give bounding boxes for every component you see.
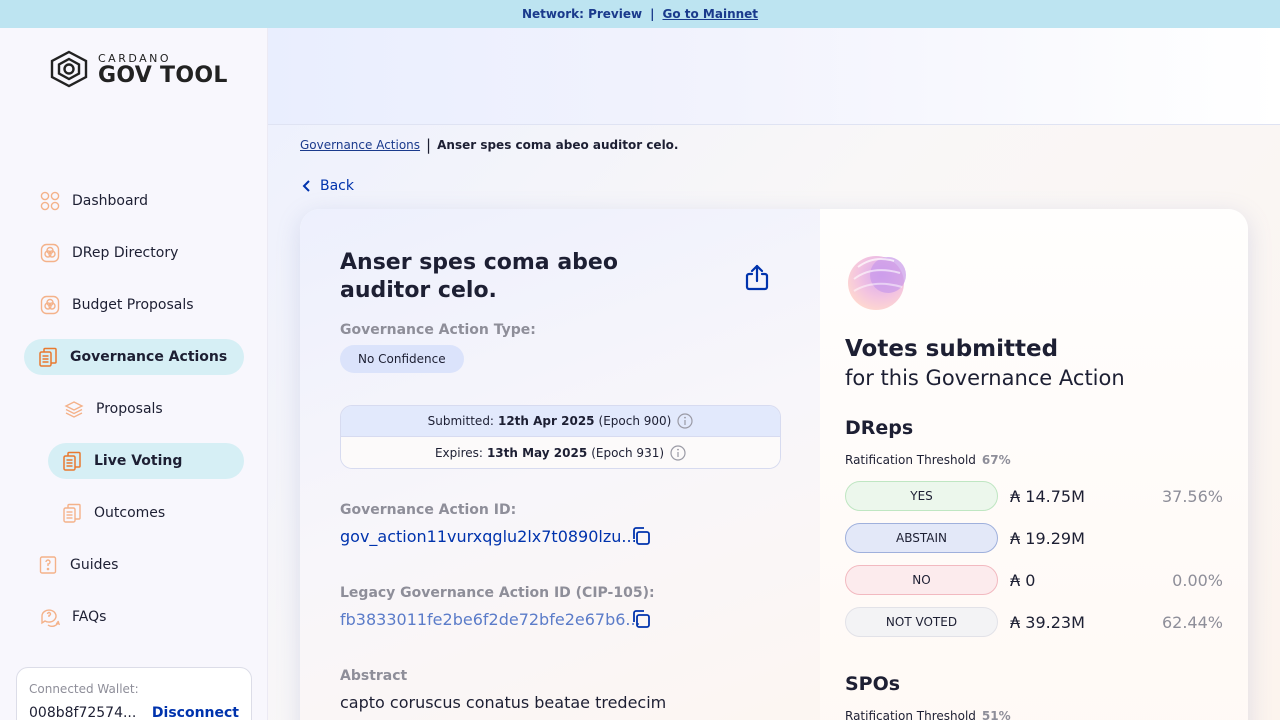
network-separator: | [650, 7, 655, 21]
vote-pill-not-voted: NOT VOTED [845, 607, 998, 637]
connected-wallet-panel: Connected Wallet: 008b8f72574... Disconn… [16, 667, 252, 720]
vote-pill-no: NO [845, 565, 998, 595]
vote-amount: ₳ 39.23M [1010, 612, 1085, 632]
vote-pill-abstain: ABSTAIN [845, 523, 998, 553]
vote-pill-yes: YES [845, 481, 998, 511]
breadcrumb-separator: | [426, 136, 432, 154]
expires-epoch: (Epoch 931) [591, 446, 665, 460]
network-label: Network: Preview [521, 7, 643, 21]
cardano-logo-icon [50, 50, 88, 88]
sidebar-item-label: Budget Proposals [72, 297, 194, 313]
spos-threshold: Ratification Threshold 51% [845, 709, 1011, 720]
sidebar-item-label: Outcomes [94, 505, 166, 521]
proposals-icon [64, 399, 84, 419]
abstract-label: Abstract [340, 668, 408, 684]
dashboard-icon [40, 191, 60, 211]
threshold-value: 67% [981, 453, 1011, 467]
sidebar-item-governance-actions[interactable]: Governance Actions [24, 339, 244, 375]
legacy-id-value[interactable]: fb3833011fe2be6f2de72bfe2e67b6... [340, 610, 641, 629]
spos-heading: SPOs [845, 673, 901, 695]
threshold-value: 51% [981, 709, 1011, 720]
chevron-left-icon [302, 180, 310, 192]
vote-percent: 0.00% [1172, 570, 1223, 590]
vote-amount: ₳ 0 [1010, 570, 1036, 590]
sidebar-item-label: Live Voting [94, 453, 183, 469]
sidebar-item-label: Governance Actions [70, 349, 228, 365]
abstract-text: capto coruscus conatus beatae tredecim [340, 693, 667, 712]
sidebar-item-budget-proposals[interactable]: Budget Proposals [24, 287, 244, 323]
back-label: Back [320, 178, 354, 194]
threshold-label: Ratification Threshold [845, 709, 976, 720]
breadcrumb-governance-actions-link[interactable]: Governance Actions [300, 138, 420, 152]
action-type-badge: No Confidence [340, 345, 464, 373]
go-to-mainnet-link[interactable]: Go to Mainnet [662, 7, 758, 21]
sidebar-item-proposals[interactable]: Proposals [48, 391, 244, 427]
action-title: Anser spes coma abeo auditor celo. [340, 250, 618, 303]
submitted-epoch: (Epoch 900) [598, 414, 672, 428]
legacy-id-label: Legacy Governance Action ID (CIP-105): [340, 585, 655, 601]
submitted-row: Submitted: 12th Apr 2025 (Epoch 900) [341, 406, 780, 437]
votes-illustration-icon [848, 256, 906, 310]
sidebar-item-label: DRep Directory [72, 245, 179, 261]
threshold-label: Ratification Threshold [845, 453, 976, 467]
vote-row-no: NO ₳ 0 0.00% [845, 565, 1223, 595]
drep-directory-icon [40, 243, 60, 263]
action-type-label: Governance Action Type: [340, 322, 536, 338]
network-banner: Network: Preview | Go to Mainnet [0, 0, 1280, 28]
action-id-value[interactable]: gov_action11vurxqglu2lx7t0890lzu... [340, 527, 637, 546]
sidebar-item-guides[interactable]: Guides [24, 547, 244, 583]
governance-action-card: Anser spes coma abeo auditor celo. Gover… [300, 209, 1248, 720]
submitted-prefix: Submitted: [427, 414, 494, 428]
outcomes-icon [62, 503, 82, 523]
back-button[interactable]: Back [300, 178, 354, 194]
sidebar-item-label: Guides [70, 557, 119, 573]
sidebar-item-drep-directory[interactable]: DRep Directory [24, 235, 244, 271]
wallet-label: Connected Wallet: [29, 682, 139, 696]
logo-line-2: GOV TOOL [98, 62, 228, 88]
action-details-panel: Anser spes coma abeo auditor celo. Gover… [300, 209, 820, 720]
budget-proposals-icon [40, 295, 60, 315]
vote-row-abstain: ABSTAIN ₳ 19.29M [845, 523, 1223, 553]
copy-icon[interactable] [631, 609, 651, 629]
action-id-label: Governance Action ID: [340, 502, 517, 518]
sidebar-item-outcomes[interactable]: Outcomes [48, 495, 244, 531]
vote-amount: ₳ 14.75M [1010, 486, 1085, 506]
votes-heading: Votes submitted [845, 336, 1059, 362]
vote-percent: 37.56% [1161, 486, 1223, 506]
copy-icon[interactable] [631, 526, 651, 546]
faqs-icon [40, 607, 60, 627]
governance-actions-icon [38, 347, 58, 367]
vote-row-yes: YES ₳ 14.75M 37.56% [845, 481, 1223, 511]
live-voting-icon [62, 451, 82, 471]
sidebar-item-label: Proposals [96, 401, 163, 417]
disconnect-button[interactable]: Disconnect [152, 705, 239, 720]
vote-percent: 62.44% [1161, 612, 1223, 632]
votes-subheading: for this Governance Action [845, 366, 1125, 390]
dreps-heading: DReps [845, 417, 914, 439]
sidebar: CARDANO GOV TOOL Dashboard DRep Director… [0, 28, 268, 720]
info-icon[interactable] [670, 445, 686, 461]
sidebar-item-dashboard[interactable]: Dashboard [24, 183, 244, 219]
sidebar-item-live-voting[interactable]: Live Voting [48, 443, 244, 479]
info-icon[interactable] [677, 413, 693, 429]
vote-row-not-voted: NOT VOTED ₳ 39.23M 62.44% [845, 607, 1223, 637]
expires-prefix: Expires: [434, 446, 483, 460]
expires-row: Expires: 13th May 2025 (Epoch 931) [341, 437, 780, 468]
breadcrumb: Governance Actions | Anser spes coma abe… [300, 136, 678, 154]
expires-date: 13th May 2025 [486, 446, 588, 460]
votes-panel: Votes submitted for this Governance Acti… [820, 209, 1248, 720]
sidebar-item-faqs[interactable]: FAQs [24, 599, 244, 635]
wallet-address: 008b8f72574... [29, 705, 137, 720]
sidebar-item-label: Dashboard [72, 193, 148, 209]
vote-amount: ₳ 19.29M [1010, 528, 1085, 548]
submitted-date: 12th Apr 2025 [497, 414, 595, 428]
main-header [268, 28, 1280, 125]
sidebar-item-label: FAQs [72, 609, 107, 625]
logo[interactable]: CARDANO GOV TOOL [48, 50, 228, 88]
dates-box: Submitted: 12th Apr 2025 (Epoch 900) Exp… [340, 405, 781, 469]
dreps-threshold: Ratification Threshold 67% [845, 453, 1011, 467]
share-icon[interactable] [744, 263, 770, 291]
breadcrumb-current: Anser spes coma abeo auditor celo. [437, 138, 679, 152]
guides-icon [38, 555, 58, 575]
